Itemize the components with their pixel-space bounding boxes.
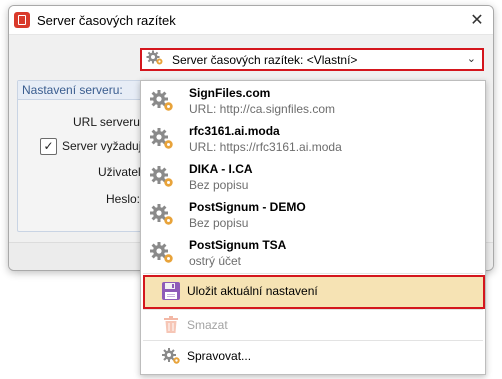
window-title: Server časových razítek [37,12,176,28]
close-button[interactable]: ✕ [467,10,487,30]
auth-required-checkbox[interactable]: ✓ [40,138,57,155]
server-name: PostSignum - DEMO [189,200,306,214]
manage-item[interactable]: Spravovat... [143,342,483,370]
save-current-settings-item[interactable]: Uložit aktuální nastavení [143,275,485,309]
title-bar: Server časových razítek ✕ [9,6,493,35]
select-label: Server časových razítek: <Vlastní> [172,52,358,67]
gear-icon [161,347,181,368]
timestamp-server-select[interactable]: Server časových razítek: <Vlastní> ⌄ [140,48,484,71]
server-name: PostSignum TSA [189,238,287,252]
server-description: Bez popisu [189,178,249,192]
pdf-app-icon [14,12,30,28]
group-title: Nastavení serveru: [22,83,123,97]
server-name: DIKA - I.CA [189,162,253,176]
gear-icon [146,50,164,69]
server-name: SignFiles.com [189,86,271,100]
server-item[interactable]: rfc3161.ai.moda URL: https://rfc3161.ai.… [143,121,483,159]
gear-icon [149,89,175,116]
auth-checkbox-label: Server vyžaduje [62,139,149,153]
manage-label: Spravovat... [187,349,252,363]
server-item[interactable]: DIKA - I.CA Bez popisu [143,159,483,197]
server-dropdown-list: SignFiles.com URL: http://ca.signfiles.c… [140,80,486,375]
chevron-down-icon: ⌄ [466,53,476,65]
password-label: Heslo: [106,192,141,206]
server-item[interactable]: PostSignum TSA ostrý účet [143,235,483,273]
menu-separator [143,340,483,341]
delete-item[interactable]: Smazat [143,311,483,339]
delete-label: Smazat [187,318,228,332]
server-description: URL: http://ca.signfiles.com [189,102,336,116]
gear-icon [149,165,175,192]
menu-separator [143,273,483,274]
gear-icon [149,203,175,230]
menu-separator [143,309,483,310]
server-item[interactable]: SignFiles.com URL: http://ca.signfiles.c… [143,83,483,121]
server-item[interactable]: PostSignum - DEMO Bez popisu [143,197,483,235]
user-label: Uživatel: [98,165,145,179]
save-label: Uložit aktuální nastavení [187,284,318,298]
server-description: URL: https://rfc3161.ai.moda [189,140,342,154]
server-name: rfc3161.ai.moda [189,124,280,138]
gear-icon [149,241,175,268]
trash-icon [163,316,179,337]
server-description: ostrý účet [189,254,242,268]
url-label: URL serveru: [73,115,144,129]
server-description: Bez popisu [189,216,249,230]
gear-icon [149,127,175,154]
floppy-disk-icon [161,281,181,304]
